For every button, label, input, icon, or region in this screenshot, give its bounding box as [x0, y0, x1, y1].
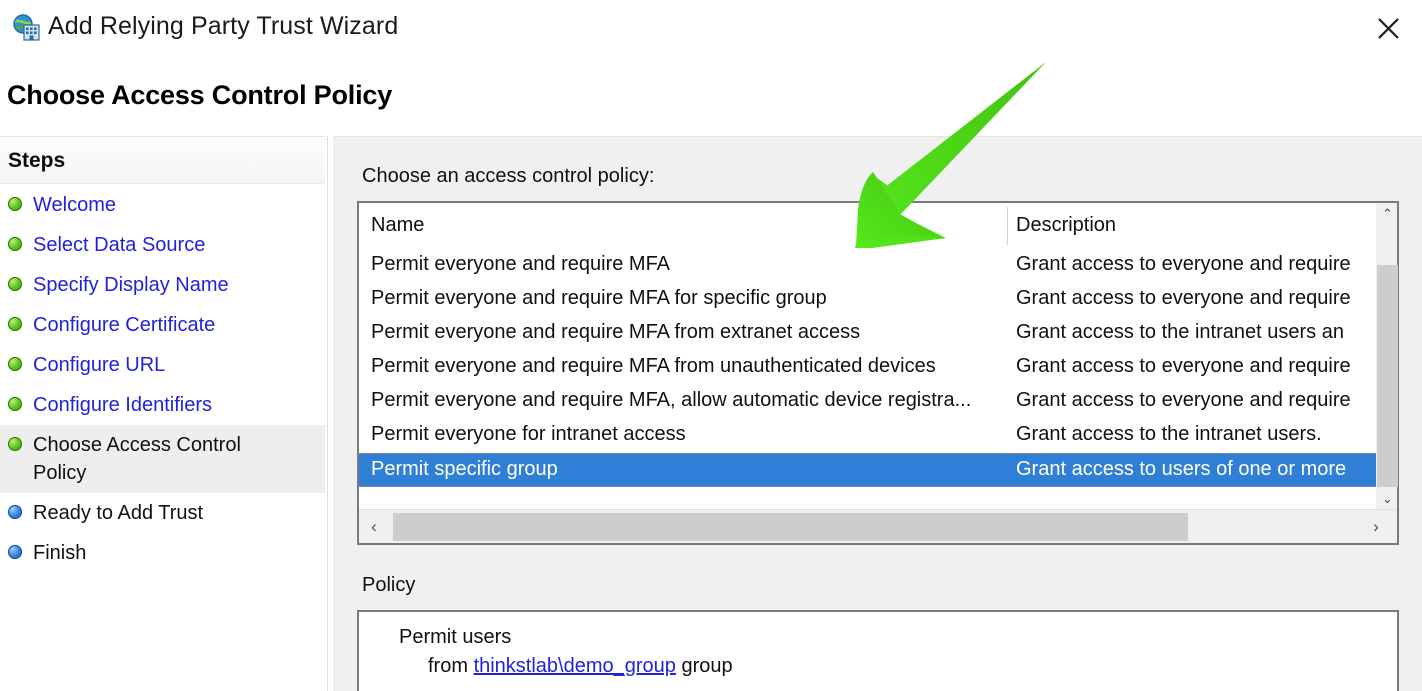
choose-policy-label: Choose an access control policy: [362, 165, 655, 187]
step-status-green-icon [8, 357, 22, 371]
vertical-scrollbar-thumb[interactable] [1377, 265, 1398, 487]
scroll-down-icon[interactable]: ⌄ [1377, 488, 1398, 509]
sidebar-divider [327, 136, 328, 691]
policy-name-cell: Permit everyone and require MFA from ext… [371, 321, 861, 343]
sidebar-item-select-data-source[interactable]: Select Data Source [0, 225, 325, 265]
sidebar-item-label: Select Data Source [33, 234, 206, 256]
policy-name-cell: Permit everyone and require MFA from una… [371, 355, 936, 377]
table-row[interactable]: Permit everyone for intranet access Gran… [359, 419, 1380, 453]
sidebar-item-label: Configure Identifiers [33, 394, 212, 416]
scroll-up-icon[interactable]: ⌃ [1377, 203, 1398, 224]
policy-description-cell: Grant access to everyone and require [1016, 355, 1351, 377]
scroll-left-icon[interactable]: ‹ [361, 510, 387, 543]
column-header-name[interactable]: Name [371, 214, 424, 237]
column-divider [1007, 207, 1008, 245]
step-status-green-icon [8, 277, 22, 291]
policy-preview-box: Permit users from thinkstlab\demo_group … [357, 610, 1399, 691]
wizard-body: Steps Welcome Select Data Source Specify… [0, 136, 1422, 691]
wizard-window: Add Relying Party Trust Wizard Choose Ac… [0, 0, 1422, 691]
step-status-blue-icon [8, 545, 22, 559]
vertical-scrollbar[interactable]: ⌃ ⌄ [1376, 203, 1398, 509]
sidebar-item-configure-url[interactable]: Configure URL [0, 345, 325, 385]
policy-name-cell: Permit everyone for intranet access [371, 423, 686, 445]
policy-description-cell: Grant access to the intranet users an [1016, 321, 1344, 343]
sidebar-item-welcome[interactable]: Welcome [0, 185, 325, 225]
sidebar-item-finish[interactable]: Finish [0, 533, 325, 573]
title-bar: Add Relying Party Trust Wizard [0, 0, 1422, 56]
table-row[interactable]: Permit everyone and require MFA for spec… [359, 283, 1380, 317]
policy-group-line: from thinkstlab\demo_group group [428, 655, 733, 678]
table-row[interactable]: Permit everyone and require MFA, allow a… [359, 385, 1380, 419]
list-rows: Permit everyone and require MFA Grant ac… [359, 249, 1380, 507]
sidebar-item-label: Configure Certificate [33, 314, 216, 336]
step-status-green-icon [8, 237, 22, 251]
step-status-green-icon [8, 437, 22, 451]
horizontal-scrollbar[interactable]: ‹ › [359, 509, 1397, 543]
page-title: Choose Access Control Policy [7, 80, 393, 110]
policy-description-cell: Grant access to the intranet users. [1016, 423, 1322, 445]
sidebar-item-specify-display-name[interactable]: Specify Display Name [0, 265, 325, 305]
sidebar-item-label: Ready to Add Trust [33, 502, 204, 524]
policy-group-link[interactable]: thinkstlab\demo_group [474, 655, 676, 677]
sidebar-item-label: Choose Access Control Policy [33, 434, 241, 484]
policy-name-cell: Permit specific group [371, 458, 558, 480]
policy-permit-line: Permit users [399, 626, 512, 648]
policy-name-cell: Permit everyone and require MFA for spec… [371, 287, 827, 309]
policy-description-cell: Grant access to everyone and require [1016, 287, 1351, 309]
sidebar-item-label: Welcome [33, 194, 116, 216]
table-row[interactable]: Permit everyone and require MFA from ext… [359, 317, 1380, 351]
steps-list: Welcome Select Data Source Specify Displ… [0, 185, 325, 573]
policy-description-cell: Grant access to everyone and require [1016, 389, 1351, 411]
content-panel: Choose an access control policy: Name De… [333, 136, 1422, 691]
relying-party-trust-icon [12, 14, 42, 42]
policy-description-cell: Grant access to users of one or more [1016, 458, 1347, 480]
scroll-right-icon[interactable]: › [1363, 510, 1389, 543]
policy-name-cell: Permit everyone and require MFA [371, 253, 671, 275]
policy-name-cell: Permit everyone and require MFA, allow a… [371, 389, 972, 411]
sidebar-item-configure-certificate[interactable]: Configure Certificate [0, 305, 325, 345]
sidebar-item-ready-to-add-trust[interactable]: Ready to Add Trust [0, 493, 325, 533]
step-status-green-icon [8, 397, 22, 411]
steps-header-label: Steps [8, 149, 66, 172]
sidebar-item-label: Configure URL [33, 354, 166, 376]
close-icon [1377, 17, 1399, 39]
sidebar-item-choose-access-control-policy[interactable]: Choose Access Control Policy [0, 425, 325, 493]
steps-header: Steps [0, 138, 325, 184]
table-row[interactable]: Permit everyone and require MFA Grant ac… [359, 249, 1380, 283]
step-status-green-icon [8, 197, 22, 211]
sidebar-item-configure-identifiers[interactable]: Configure Identifiers [0, 385, 325, 425]
list-header: Name Description [359, 203, 1397, 249]
sidebar-item-label: Specify Display Name [33, 274, 229, 296]
horizontal-scrollbar-thumb[interactable] [393, 513, 1188, 541]
access-control-policy-list[interactable]: Name Description Permit everyone and req… [357, 201, 1399, 545]
table-row[interactable]: Permit everyone and require MFA from una… [359, 351, 1380, 385]
steps-sidebar: Steps Welcome Select Data Source Specify… [0, 136, 325, 691]
policy-group-label: Policy [362, 574, 416, 596]
step-status-green-icon [8, 317, 22, 331]
sidebar-item-label: Finish [33, 542, 87, 564]
column-header-description[interactable]: Description [1016, 214, 1116, 237]
policy-group-suffix: group [675, 655, 733, 677]
table-row-selected[interactable]: Permit specific group Grant access to us… [359, 453, 1380, 487]
policy-from-text: from [428, 655, 474, 677]
step-status-blue-icon [8, 505, 22, 519]
policy-description-cell: Grant access to everyone and require [1016, 253, 1351, 275]
close-button[interactable] [1366, 7, 1410, 49]
window-title: Add Relying Party Trust Wizard [48, 12, 399, 40]
